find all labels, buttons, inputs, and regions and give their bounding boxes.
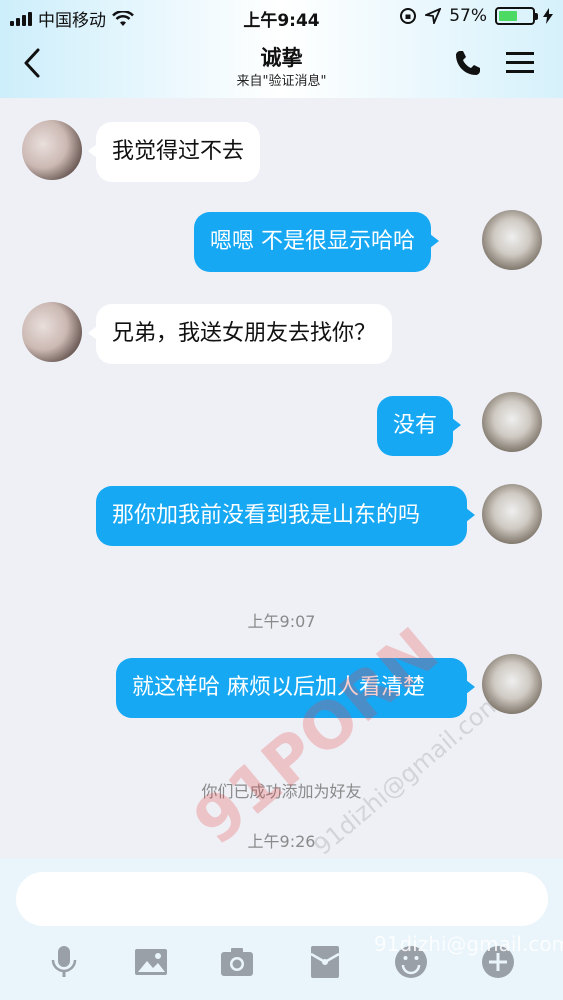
camera-icon[interactable] [219, 944, 255, 980]
message-bubble[interactable]: 兄弟，我送女朋友去找你？ [87, 304, 393, 364]
avatar[interactable] [482, 210, 542, 270]
avatar[interactable] [22, 302, 82, 362]
status-right: 57% [399, 6, 553, 26]
charging-icon [543, 8, 553, 24]
message-bubble[interactable]: 没有 [377, 396, 462, 456]
red-envelope-icon[interactable] [307, 944, 343, 980]
location-icon [425, 8, 442, 24]
message-input[interactable] [16, 872, 548, 926]
mic-icon[interactable] [46, 944, 82, 980]
message-bubble[interactable]: 那你加我前没看到我是山东的吗 [96, 486, 475, 546]
avatar[interactable] [482, 484, 542, 544]
input-bar [0, 858, 563, 1000]
timestamp: 上午9:07 [247, 612, 316, 631]
image-icon[interactable] [133, 944, 169, 980]
message-bubble[interactable]: 我觉得过不去 [87, 122, 261, 182]
avatar[interactable] [22, 120, 82, 180]
message-bubble[interactable]: 嗯嗯 不是很显示哈哈 [194, 212, 439, 272]
watermark: 91dizhi@gmail.com [374, 932, 563, 956]
orientation-lock-icon [400, 8, 417, 24]
timestamp: 上午9:26 [247, 832, 316, 851]
status-bar: 中国移动 上午9:44 57% [0, 0, 563, 34]
phone-icon[interactable] [453, 48, 483, 78]
battery-percent: 57% [449, 6, 487, 26]
menu-icon[interactable] [506, 50, 534, 76]
battery-icon [495, 7, 538, 25]
chat-header: 中国移动 上午9:44 57% 诚挚 来自"验证消息" [0, 0, 563, 98]
avatar[interactable] [482, 392, 542, 452]
